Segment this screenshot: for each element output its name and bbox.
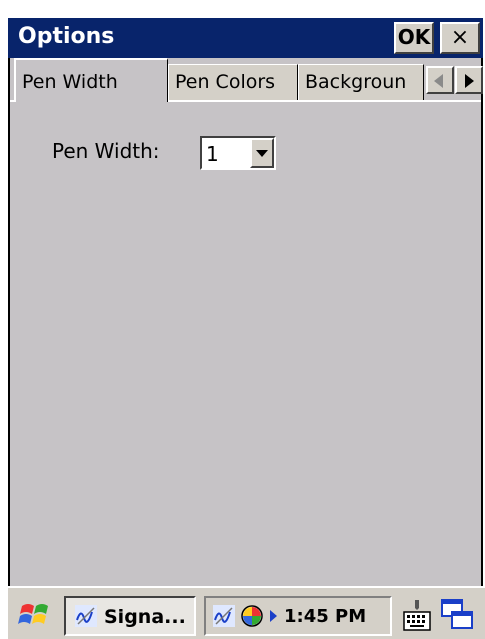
- pen-width-select[interactable]: 1: [200, 136, 276, 170]
- close-button[interactable]: ×: [440, 22, 480, 54]
- tab-scroll-left-button[interactable]: [426, 66, 454, 94]
- tab-pen-colors[interactable]: Pen Colors: [168, 64, 298, 100]
- left-border: [8, 58, 10, 586]
- left-margin: [0, 0, 8, 639]
- options-window: Options OK × Pen Colors Backgroun Pen Wi…: [0, 0, 485, 639]
- start-icon[interactable]: [18, 598, 52, 632]
- system-tray: 1:45 PM: [204, 596, 392, 636]
- top-margin: [0, 0, 485, 18]
- color-wheel-icon[interactable]: [240, 604, 264, 628]
- title-bar: Options OK ×: [8, 18, 483, 58]
- dropdown-arrow-icon: [256, 150, 268, 157]
- ok-button[interactable]: OK: [394, 22, 434, 54]
- scroll-right-icon: [465, 74, 474, 88]
- taskbar: Signa... 1:45 PM: [8, 586, 485, 639]
- tab-pen-width[interactable]: Pen Width: [14, 58, 168, 102]
- signature-app-icon[interactable]: [212, 604, 236, 628]
- right-border: [481, 58, 483, 586]
- pen-width-value: 1: [206, 142, 219, 166]
- tab-background[interactable]: Backgroun: [298, 64, 424, 100]
- window-switch-icon[interactable]: [440, 598, 476, 632]
- clock[interactable]: 1:45 PM: [284, 604, 366, 630]
- tray-expand-icon[interactable]: [270, 610, 277, 622]
- tab-scroll-right-button[interactable]: [455, 66, 483, 94]
- keyboard-icon[interactable]: [402, 598, 432, 632]
- window-title: Options: [18, 24, 115, 49]
- signature-app-icon: [75, 605, 97, 627]
- pen-width-label: Pen Width:: [52, 139, 160, 163]
- scroll-left-icon: [434, 74, 443, 88]
- pen-width-dropdown-button[interactable]: [250, 138, 274, 168]
- task-label: Signa...: [104, 606, 186, 628]
- task-button-signature[interactable]: Signa...: [64, 596, 196, 636]
